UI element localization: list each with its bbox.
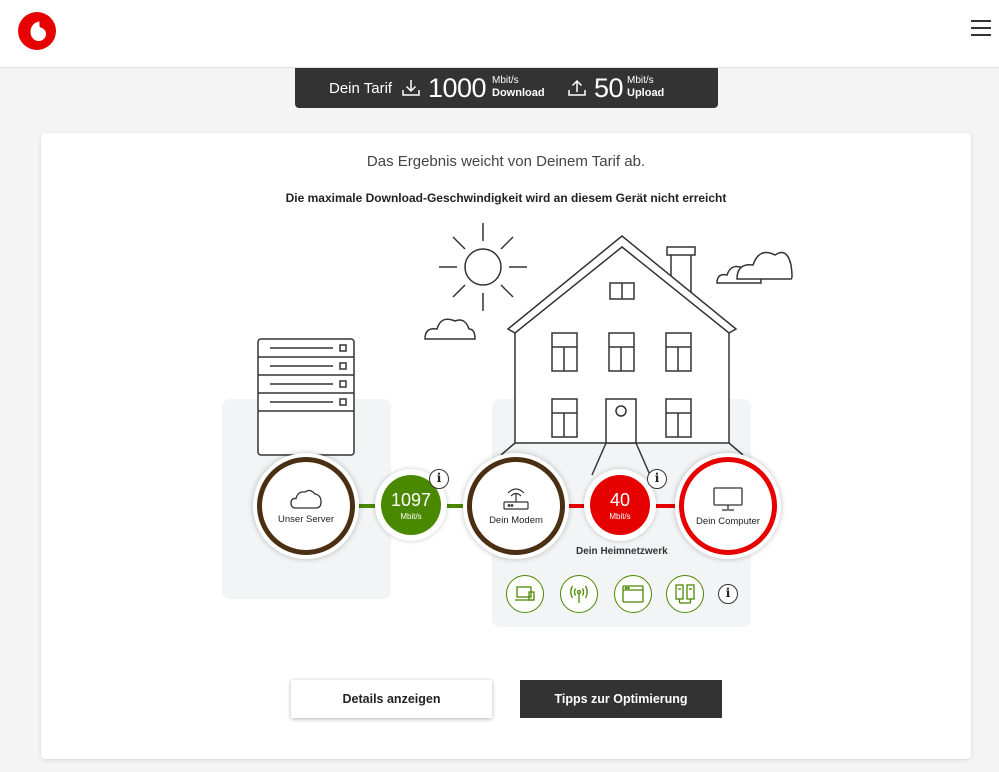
modem-node[interactable]: Dein Modem <box>463 453 569 559</box>
top-bar <box>0 0 999 68</box>
cloud-icon <box>290 489 322 509</box>
vodafone-logo[interactable] <box>18 12 56 50</box>
download-unit: Mbit/s <box>492 75 519 86</box>
optimization-tips-button[interactable]: Tipps zur Optimierung <box>520 680 722 718</box>
laptop-icon[interactable] <box>506 575 544 613</box>
speed-value: 1097 <box>390 489 432 510</box>
server-label: Unser Server <box>278 513 334 525</box>
result-card: Das Ergebnis weicht von Deinem Tarif ab.… <box>41 133 971 759</box>
details-button[interactable]: Details anzeigen <box>291 680 492 718</box>
server-node[interactable]: Unser Server <box>253 453 359 559</box>
upload-unit: Mbit/s <box>627 75 654 86</box>
upload-label: Upload <box>627 87 665 99</box>
hamburger-menu-icon[interactable] <box>971 20 991 38</box>
tariff-label: Dein Tarif <box>329 80 393 97</box>
server-rack-icon <box>257 338 355 456</box>
home-network-label: Dein Heimnetzwerk <box>576 546 668 557</box>
download-label: Download <box>492 87 545 99</box>
router-icon <box>503 487 529 510</box>
network-device-icon[interactable] <box>666 575 704 613</box>
monitor-icon <box>713 486 743 511</box>
wifi-antenna-icon[interactable] <box>560 575 598 613</box>
info-icon[interactable]: i <box>429 469 449 489</box>
computer-node[interactable]: Dein Computer <box>675 453 781 559</box>
browser-window-icon[interactable] <box>614 575 652 613</box>
speed-badge-modem-computer[interactable]: 40 Mbit/s <box>584 469 656 541</box>
upload-value: 50 <box>594 73 624 103</box>
speed-unit: Mbit/s <box>609 511 631 521</box>
tariff-bar: Dein Tarif 1000 Mbit/s Download 50 Mbit/… <box>295 68 718 108</box>
info-icon[interactable]: i <box>647 469 667 489</box>
upload-icon <box>568 79 586 96</box>
speed-unit: Mbit/s <box>400 511 422 521</box>
download-value: 1000 <box>428 73 487 103</box>
house-icon <box>500 235 744 476</box>
speed-value: 40 <box>609 489 631 510</box>
illustration <box>257 223 793 476</box>
computer-label: Dein Computer <box>696 515 760 527</box>
modem-label: Dein Modem <box>489 514 543 526</box>
sun-icon <box>439 223 527 311</box>
info-icon[interactable]: i <box>718 584 738 604</box>
download-icon <box>402 80 420 96</box>
